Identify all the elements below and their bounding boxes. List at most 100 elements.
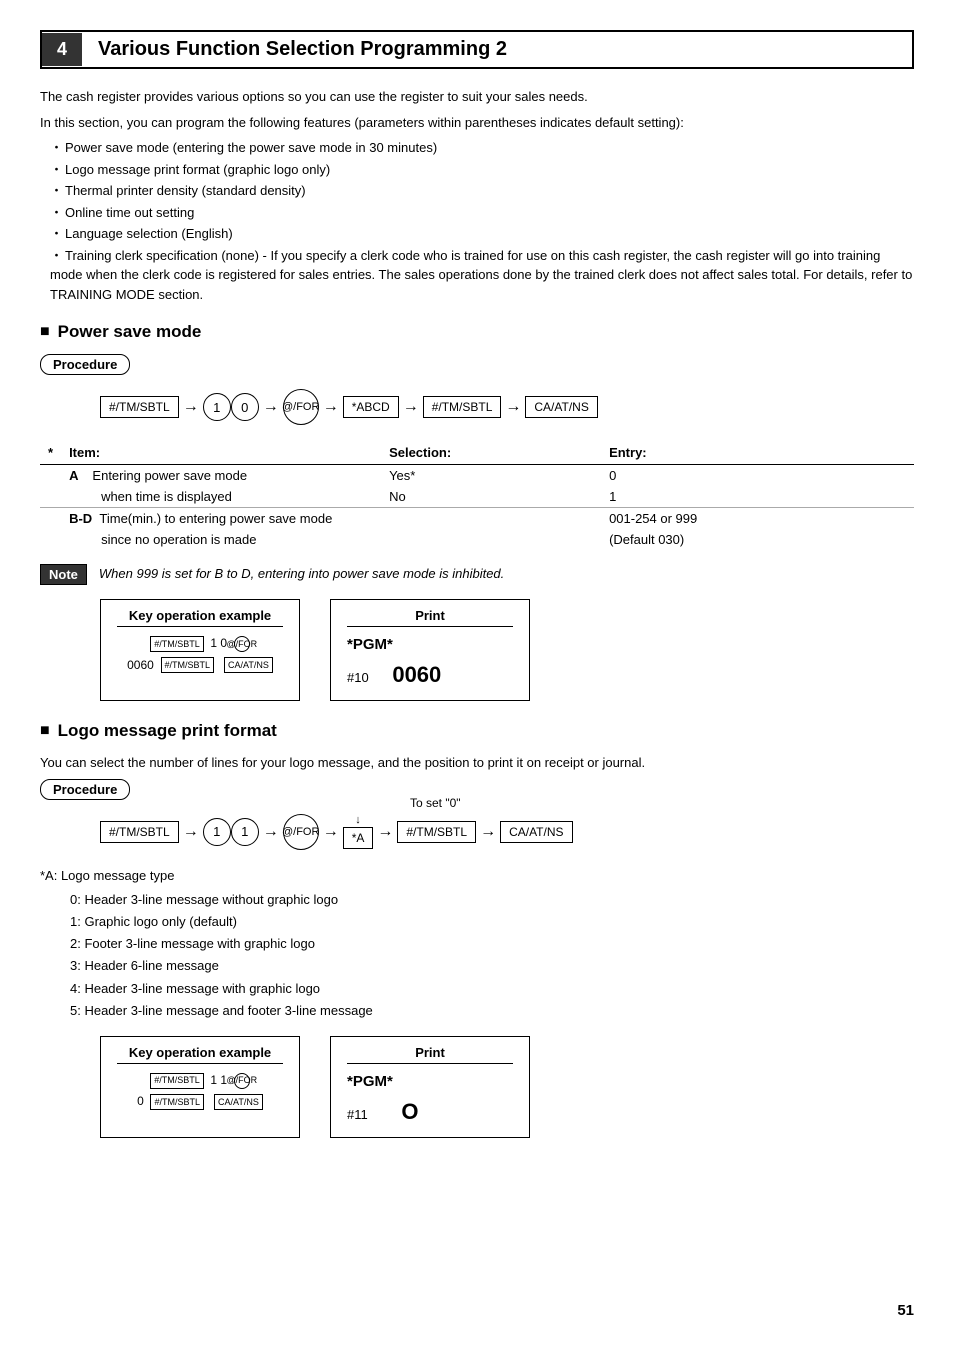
print-title-2: Print [347, 1045, 513, 1064]
logo-section-title: Logo message print format [40, 721, 914, 741]
flow-star-a-group: ↓ *A [343, 814, 374, 849]
key-op-box-1: Key operation example #/TM/SBTL 1 0 @/FO… [100, 599, 300, 701]
key-for-1: @/FOR [234, 636, 250, 652]
print-o: O [401, 1099, 418, 1124]
procedure-tag-2: Procedure [40, 779, 130, 800]
bullet-4: Online time out setting [50, 203, 914, 223]
logo-type-list: 0: Header 3-line message without graphic… [70, 889, 914, 1022]
bullet-2: Logo message print format (graphic logo … [50, 160, 914, 180]
key-op-box-2: Key operation example #/TM/SBTL 1 1 @/FO… [100, 1036, 300, 1138]
bullet-1: Power save mode (entering the power save… [50, 138, 914, 158]
section-title: Various Function Selection Programming 2 [82, 32, 523, 67]
arrow6: → [183, 823, 199, 841]
intro-line1: The cash register provides various optio… [40, 87, 914, 107]
example-print-row-1: Key operation example #/TM/SBTL 1 0 @/FO… [100, 599, 914, 701]
procedure-tag-1: Procedure [40, 354, 130, 375]
arrow5: → [505, 398, 521, 416]
table-row-a1: A Entering power save mode Yes* 0 [40, 465, 914, 487]
td-sel-no: No [381, 486, 601, 508]
key-op-content-2: #/TM/SBTL 1 1 @/FOR 0 #/TM/SBTL CA/AT/NS [117, 1070, 283, 1113]
section-number: 4 [42, 33, 82, 66]
table-row-bd1: B-D Time(min.) to entering power save mo… [40, 508, 914, 530]
flow-box-ca2: CA/AT/NS [500, 821, 572, 843]
power-save-section-title: Power save mode [40, 322, 914, 342]
flow-circle-0: 0 [231, 393, 259, 421]
flow-box-sbtl4: #/TM/SBTL [397, 821, 476, 843]
th-star: * [40, 441, 61, 465]
flow-circle-1: 1 [203, 393, 231, 421]
key-ca-1: CA/AT/NS [224, 657, 273, 673]
key-ca-2: CA/AT/NS [214, 1094, 263, 1110]
flow-circle-11a: 1 [203, 818, 231, 846]
th-item: Item: [61, 441, 381, 465]
page-number: 51 [897, 1302, 914, 1319]
arrow1: → [183, 398, 199, 416]
logo-type-3: 3: Header 6-line message [70, 955, 914, 977]
arrow8: → [323, 823, 339, 841]
arrow3: → [323, 398, 339, 416]
table-row-a2: when time is displayed No 1 [40, 486, 914, 508]
print-title-1: Print [347, 608, 513, 627]
intro-bullets: Power save mode (entering the power save… [50, 138, 914, 304]
bullet-3: Thermal printer density (standard densit… [50, 181, 914, 201]
td-empty1 [40, 486, 61, 508]
flow-box-for1: @/FOR [283, 389, 319, 425]
td-empty2 [40, 529, 61, 550]
td-entry-0: 0 [601, 465, 914, 487]
td-star-bd [40, 508, 61, 530]
flow-star-abcd: *ABCD [343, 396, 399, 418]
logo-type-2: 2: Footer 3-line message with graphic lo… [70, 933, 914, 955]
th-entry: Entry: [601, 441, 914, 465]
flow-box-for2: @/FOR [283, 814, 319, 850]
td-code-bd: B-D Time(min.) to entering power save mo… [61, 508, 381, 530]
arrow7: → [263, 823, 279, 841]
td-since: since no operation is made [61, 529, 381, 550]
bullet-6: Training clerk specification (none) - If… [50, 246, 914, 305]
flow-circle-11b: 1 [231, 818, 259, 846]
print-box-1: Print *PGM* #10 0060 [330, 599, 530, 701]
logo-intro: You can select the number of lines for y… [40, 753, 914, 773]
key-for-2: @/FOR [234, 1073, 250, 1089]
intro-line2: In this section, you can program the fol… [40, 113, 914, 133]
arrow10: → [480, 823, 496, 841]
table-row-bd2: since no operation is made (Default 030) [40, 529, 914, 550]
flow-diagram-2: To set "0" #/TM/SBTL → 1 1 → @/FOR → ↓ *… [100, 814, 914, 850]
td-code-a: A Entering power save mode [61, 465, 381, 487]
print-0060: 0060 [392, 662, 441, 687]
td-sel-bd2 [381, 529, 601, 550]
key-sbtl-3: #/TM/SBTL [150, 1073, 204, 1089]
key-op-content-1: #/TM/SBTL 1 0 @/FOR 0060 #/TM/SBTL CA/AT… [117, 633, 283, 676]
td-star-a [40, 465, 61, 487]
flow-box-sbtl3: #/TM/SBTL [100, 821, 179, 843]
to-set-label: To set "0" [410, 796, 461, 810]
flow-box-sbtl2: #/TM/SBTL [423, 396, 502, 418]
arrow9: → [377, 823, 393, 841]
bullet-5: Language selection (English) [50, 224, 914, 244]
logo-type-0: 0: Header 3-line message without graphic… [70, 889, 914, 911]
logo-type-4: 4: Header 3-line message with graphic lo… [70, 978, 914, 1000]
arrow2: → [263, 398, 279, 416]
key-op-title-2: Key operation example [117, 1045, 283, 1064]
th-selection: Selection: [381, 441, 601, 465]
flow-box-ca1: CA/AT/NS [525, 396, 597, 418]
page-header: 4 Various Function Selection Programming… [40, 30, 914, 69]
flow-box-sbtl1: #/TM/SBTL [100, 396, 179, 418]
td-when-displayed: when time is displayed [61, 486, 381, 508]
td-entry-bd1: 001-254 or 999 [601, 508, 914, 530]
flow-star-a: *A [343, 827, 374, 849]
td-sel-yes: Yes* [381, 465, 601, 487]
flow-diagram-1: #/TM/SBTL → 1 0 → @/FOR → *ABCD → #/TM/S… [100, 389, 914, 425]
key-sbtl-4: #/TM/SBTL [150, 1094, 204, 1110]
example-print-row-2: Key operation example #/TM/SBTL 1 1 @/FO… [100, 1036, 914, 1138]
key-op-title-1: Key operation example [117, 608, 283, 627]
key-sbtl-2: #/TM/SBTL [161, 657, 215, 673]
td-entry-1: 1 [601, 486, 914, 508]
key-sbtl-1: #/TM/SBTL [150, 636, 204, 652]
note-text-1: When 999 is set for B to D, entering int… [99, 564, 504, 581]
star-a-label: *A: Logo message type [40, 866, 914, 886]
print-content-2: *PGM* #11 O [347, 1070, 513, 1129]
note-box-1: Note When 999 is set for B to D, enterin… [40, 564, 914, 585]
print-hash11: #11 [347, 1107, 368, 1122]
td-sel-bd [381, 508, 601, 530]
print-content-1: *PGM* #10 0060 [347, 633, 513, 692]
